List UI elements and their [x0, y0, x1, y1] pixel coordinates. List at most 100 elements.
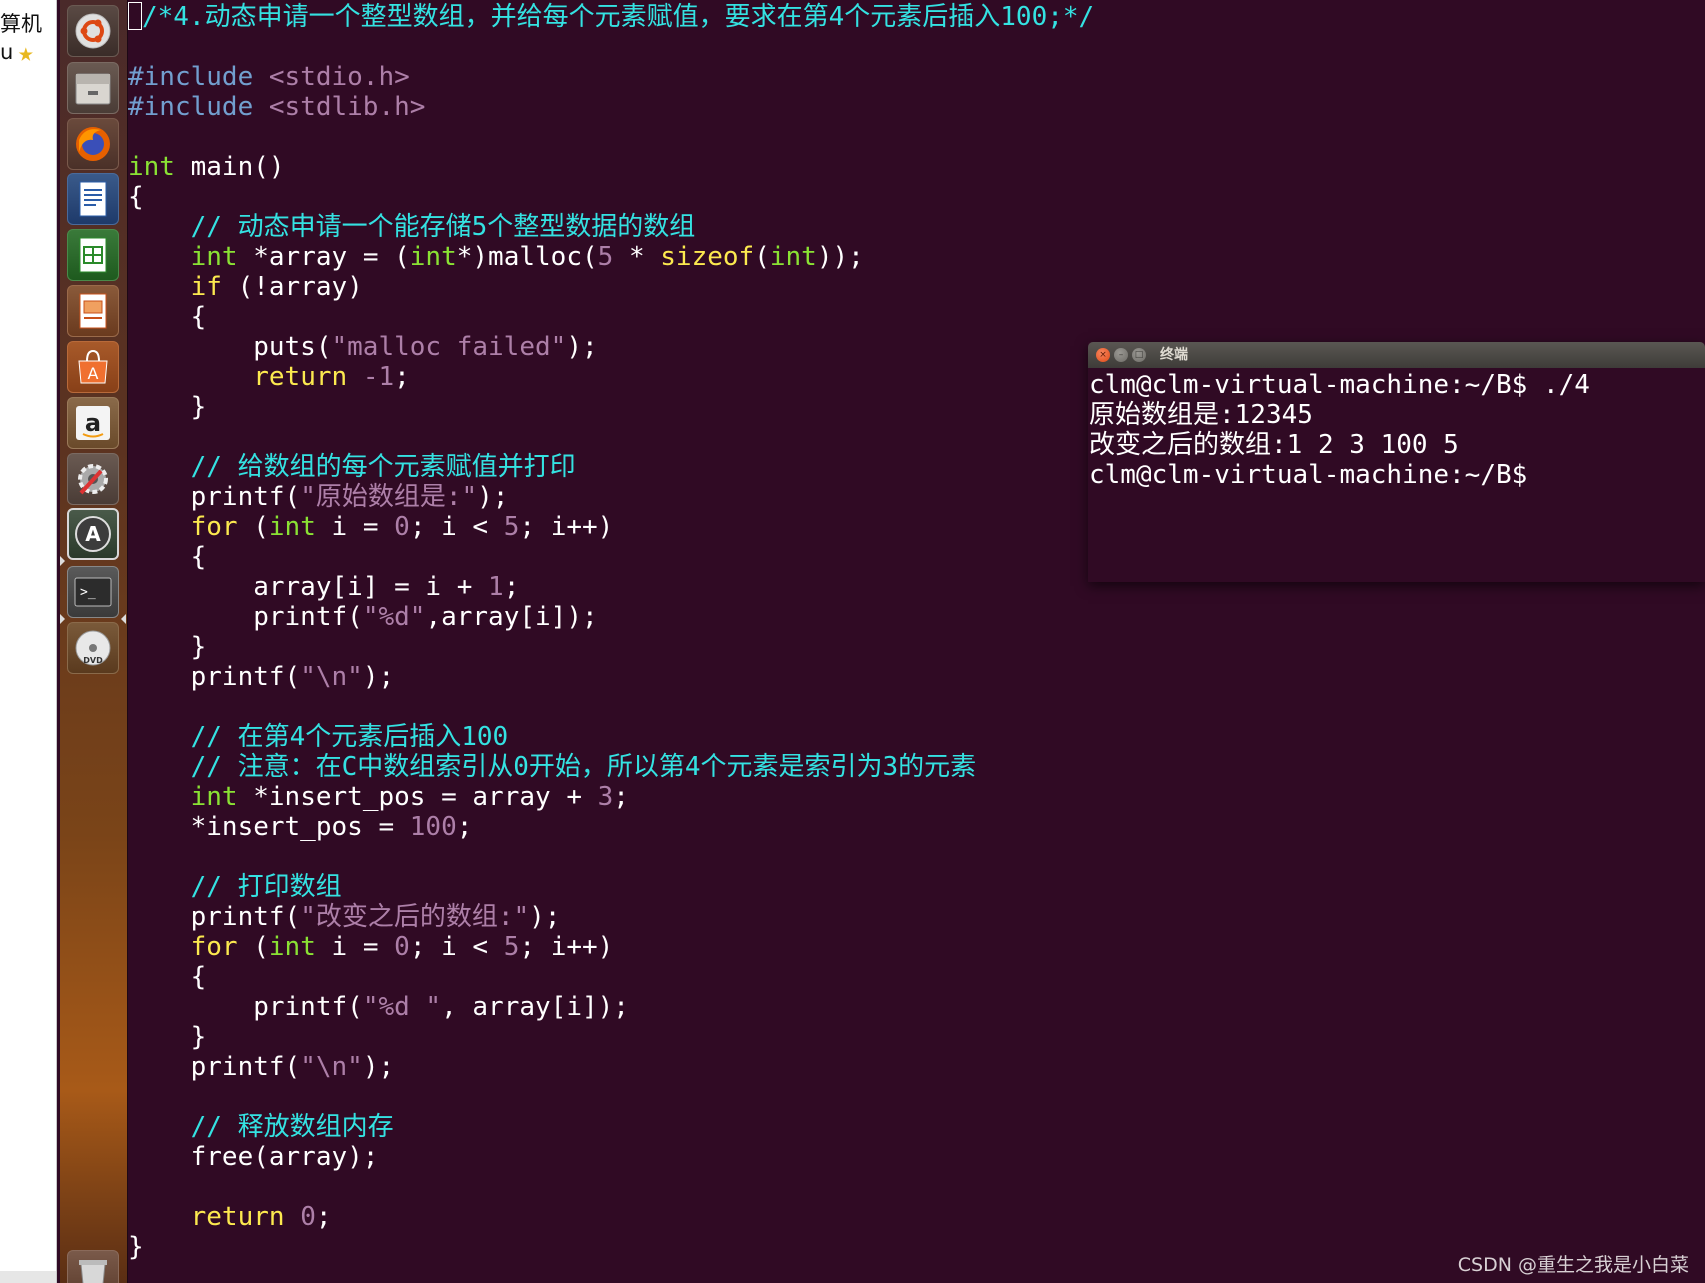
- code-line: printf("改变之后的数组:");: [128, 902, 561, 932]
- code-token: *array = (: [237, 242, 410, 272]
- terminal-line: 原始数组是:12345: [1089, 400, 1313, 430]
- code-token: );: [362, 1052, 395, 1082]
- code-token: ; i <: [409, 512, 504, 542]
- terminal-title: 终端: [1160, 347, 1188, 363]
- code-line: free(array);: [128, 1142, 379, 1172]
- code-token: -1: [362, 362, 395, 392]
- terminal-window[interactable]: × – □ 终端 clm@clm-virtual-machine:~/B$ ./…: [1088, 342, 1705, 582]
- terminal-output[interactable]: clm@clm-virtual-machine:~/B$ ./4 原始数组是:1…: [1089, 370, 1703, 490]
- code-token: int: [769, 242, 817, 272]
- code-token: int: [128, 152, 175, 182]
- code-token: /*4.动态申请一个整型数组，并给每个元素赋值，要求在第4个元素后插入100;*…: [142, 2, 1095, 32]
- code-line: // 打印数组: [128, 872, 342, 902]
- star-icon: ★: [18, 38, 34, 68]
- code-line: return -1;: [128, 362, 410, 392]
- code-token: ;: [613, 782, 629, 812]
- software-updater-icon[interactable]: A: [67, 508, 119, 560]
- code-token: "%d ": [362, 992, 442, 1022]
- background-window-text: 算机: [0, 12, 42, 36]
- code-line: printf("%d ", array[i]);: [128, 992, 629, 1022]
- file-manager-icon[interactable]: [67, 62, 119, 114]
- code-token: 5: [503, 932, 520, 962]
- terminal-line: clm@clm-virtual-machine:~/B$ ./4: [1089, 370, 1590, 400]
- code-token: );: [362, 662, 395, 692]
- libreoffice-writer-icon[interactable]: [67, 173, 119, 225]
- system-settings-icon[interactable]: [67, 453, 119, 505]
- code-line: #include <stdio.h>: [128, 62, 410, 92]
- code-token: );: [529, 902, 561, 932]
- code-token: 5: [503, 512, 520, 542]
- code-line: }: [128, 392, 207, 422]
- code-token: "原始数组是:": [300, 482, 478, 512]
- launcher-running-indicator: [60, 556, 65, 566]
- vim-editor[interactable]: /*4.动态申请一个整型数组，并给每个元素赋值，要求在第4个元素后插入100;*…: [128, 0, 1705, 1283]
- code-line: printf("\n");: [128, 662, 395, 692]
- code-line: // 在第4个元素后插入100: [128, 722, 509, 752]
- code-token: for: [190, 932, 238, 962]
- minimize-icon[interactable]: –: [1114, 348, 1128, 362]
- code-line: for (int i = 0; i < 5; i++): [128, 512, 614, 542]
- code-token: *: [613, 242, 661, 272]
- terminal-line: clm@clm-virtual-machine:~/B$: [1089, 460, 1528, 490]
- code-token: return: [253, 362, 348, 392]
- code-token: "%d": [362, 602, 426, 632]
- code-token: *insert_pos =: [128, 812, 410, 842]
- code-token: // 注意：在C中数组索引从0开始，所以第4个元素是索引为3的元素: [128, 752, 977, 782]
- code-token: "改变之后的数组:": [300, 902, 530, 932]
- code-line: printf("原始数组是:");: [128, 482, 509, 512]
- ubuntu-dash-icon[interactable]: [67, 5, 119, 57]
- code-line: printf("%d",array[i]);: [128, 602, 597, 632]
- close-icon[interactable]: ×: [1096, 348, 1110, 362]
- libreoffice-calc-icon[interactable]: [67, 229, 119, 281]
- svg-text:DVD: DVD: [83, 656, 103, 665]
- code-line: return 0;: [128, 1202, 332, 1232]
- code-token: printf(: [128, 1052, 301, 1082]
- libreoffice-impress-icon[interactable]: [67, 285, 119, 337]
- code-token: 100: [409, 812, 457, 842]
- svg-text:>_: >_: [80, 585, 96, 600]
- background-window-bottom: [0, 1271, 56, 1283]
- text-cursor: [128, 2, 142, 30]
- code-token: return: [190, 1202, 285, 1232]
- code-line: }: [128, 1022, 207, 1052]
- code-token: (: [237, 932, 269, 962]
- code-token: , array[i]);: [441, 992, 629, 1022]
- ubuntu-software-center-icon[interactable]: A: [67, 341, 119, 393]
- code-token: (: [237, 512, 269, 542]
- maximize-icon[interactable]: □: [1132, 348, 1146, 362]
- code-line: #include <stdlib.h>: [128, 92, 425, 122]
- code-token: "malloc failed": [331, 332, 567, 362]
- code-token: ; i++): [519, 512, 614, 542]
- desktop: 算机 u ★ A a A >_ DVD /*4.动态申请一个整型数组，并给每个元…: [0, 0, 1705, 1283]
- code-token: }: [128, 392, 207, 422]
- code-token: {: [128, 182, 144, 212]
- code-token: }: [128, 632, 207, 662]
- code-token: <stdio.h>: [268, 62, 410, 92]
- code-token: 0: [394, 512, 410, 542]
- trash-icon[interactable]: [67, 1250, 119, 1283]
- code-line: // 释放数组内存: [128, 1112, 394, 1142]
- terminal-titlebar[interactable]: × – □ 终端: [1088, 342, 1705, 368]
- code-token: 0: [394, 932, 410, 962]
- code-line: puts("malloc failed");: [128, 332, 597, 362]
- code-token: ; i++): [519, 932, 614, 962]
- dvd-icon[interactable]: DVD: [67, 622, 119, 674]
- terminal-icon[interactable]: >_: [67, 566, 119, 618]
- code-token: }: [128, 1232, 144, 1262]
- code-line: int *insert_pos = array + 3;: [128, 782, 629, 812]
- background-window-edge: 算机 u ★: [0, 0, 57, 1283]
- code-token: // 打印数组: [128, 872, 342, 902]
- code-token: ;: [315, 1202, 332, 1232]
- firefox-icon[interactable]: [67, 118, 119, 170]
- amazon-icon[interactable]: a: [67, 397, 119, 449]
- code-line: }: [128, 632, 207, 662]
- code-token: int: [190, 242, 238, 272]
- svg-text:a: a: [85, 409, 101, 437]
- code-line: {: [128, 302, 207, 332]
- code-line: {: [128, 962, 207, 992]
